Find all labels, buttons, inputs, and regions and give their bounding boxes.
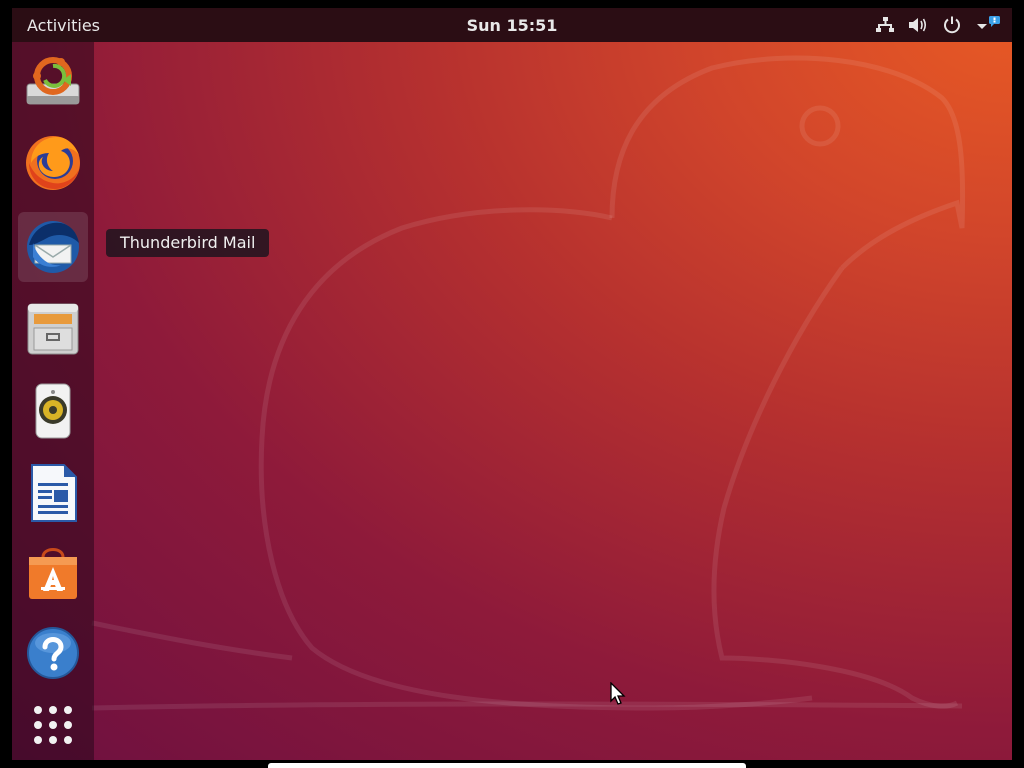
dock-item-show-applications[interactable] — [18, 690, 88, 760]
dock-item-firefox[interactable] — [18, 128, 88, 198]
dock — [12, 42, 94, 760]
bottom-bar — [268, 763, 746, 768]
thunderbird-icon — [27, 221, 79, 273]
files-icon — [27, 303, 79, 355]
dock-item-libreoffice-writer[interactable] — [18, 458, 88, 528]
app-grid-icon — [34, 706, 72, 744]
volume-icon[interactable] — [908, 16, 928, 34]
writer-icon — [31, 464, 77, 522]
rhythmbox-icon — [35, 383, 71, 439]
menu-arrow-icon[interactable] — [976, 15, 1002, 35]
wallpaper-mascot — [91, 55, 966, 711]
dock-item-ubuntu-software[interactable] — [18, 538, 88, 608]
dock-item-files[interactable] — [18, 294, 88, 364]
dock-item-rhythmbox[interactable] — [18, 376, 88, 446]
dock-item-thunderbird[interactable] — [18, 212, 88, 282]
mouse-cursor-icon — [610, 682, 626, 705]
help-icon — [27, 627, 79, 679]
system-tray[interactable] — [876, 14, 1002, 36]
top-panel: Activities Sun 15:51 — [12, 8, 1012, 42]
dock-item-help[interactable] — [18, 618, 88, 688]
dock-item-software-updater[interactable] — [18, 46, 88, 116]
desktop: Activities Sun 15:51 Thunderbird Mail — [12, 8, 1012, 760]
software-updater-icon — [26, 57, 80, 105]
network-icon[interactable] — [876, 16, 894, 34]
ubuntu-software-icon — [29, 548, 77, 599]
dock-tooltip: Thunderbird Mail — [106, 229, 270, 257]
power-icon[interactable] — [942, 15, 962, 35]
clock[interactable]: Sun 15:51 — [12, 16, 1012, 35]
firefox-icon — [26, 136, 80, 190]
